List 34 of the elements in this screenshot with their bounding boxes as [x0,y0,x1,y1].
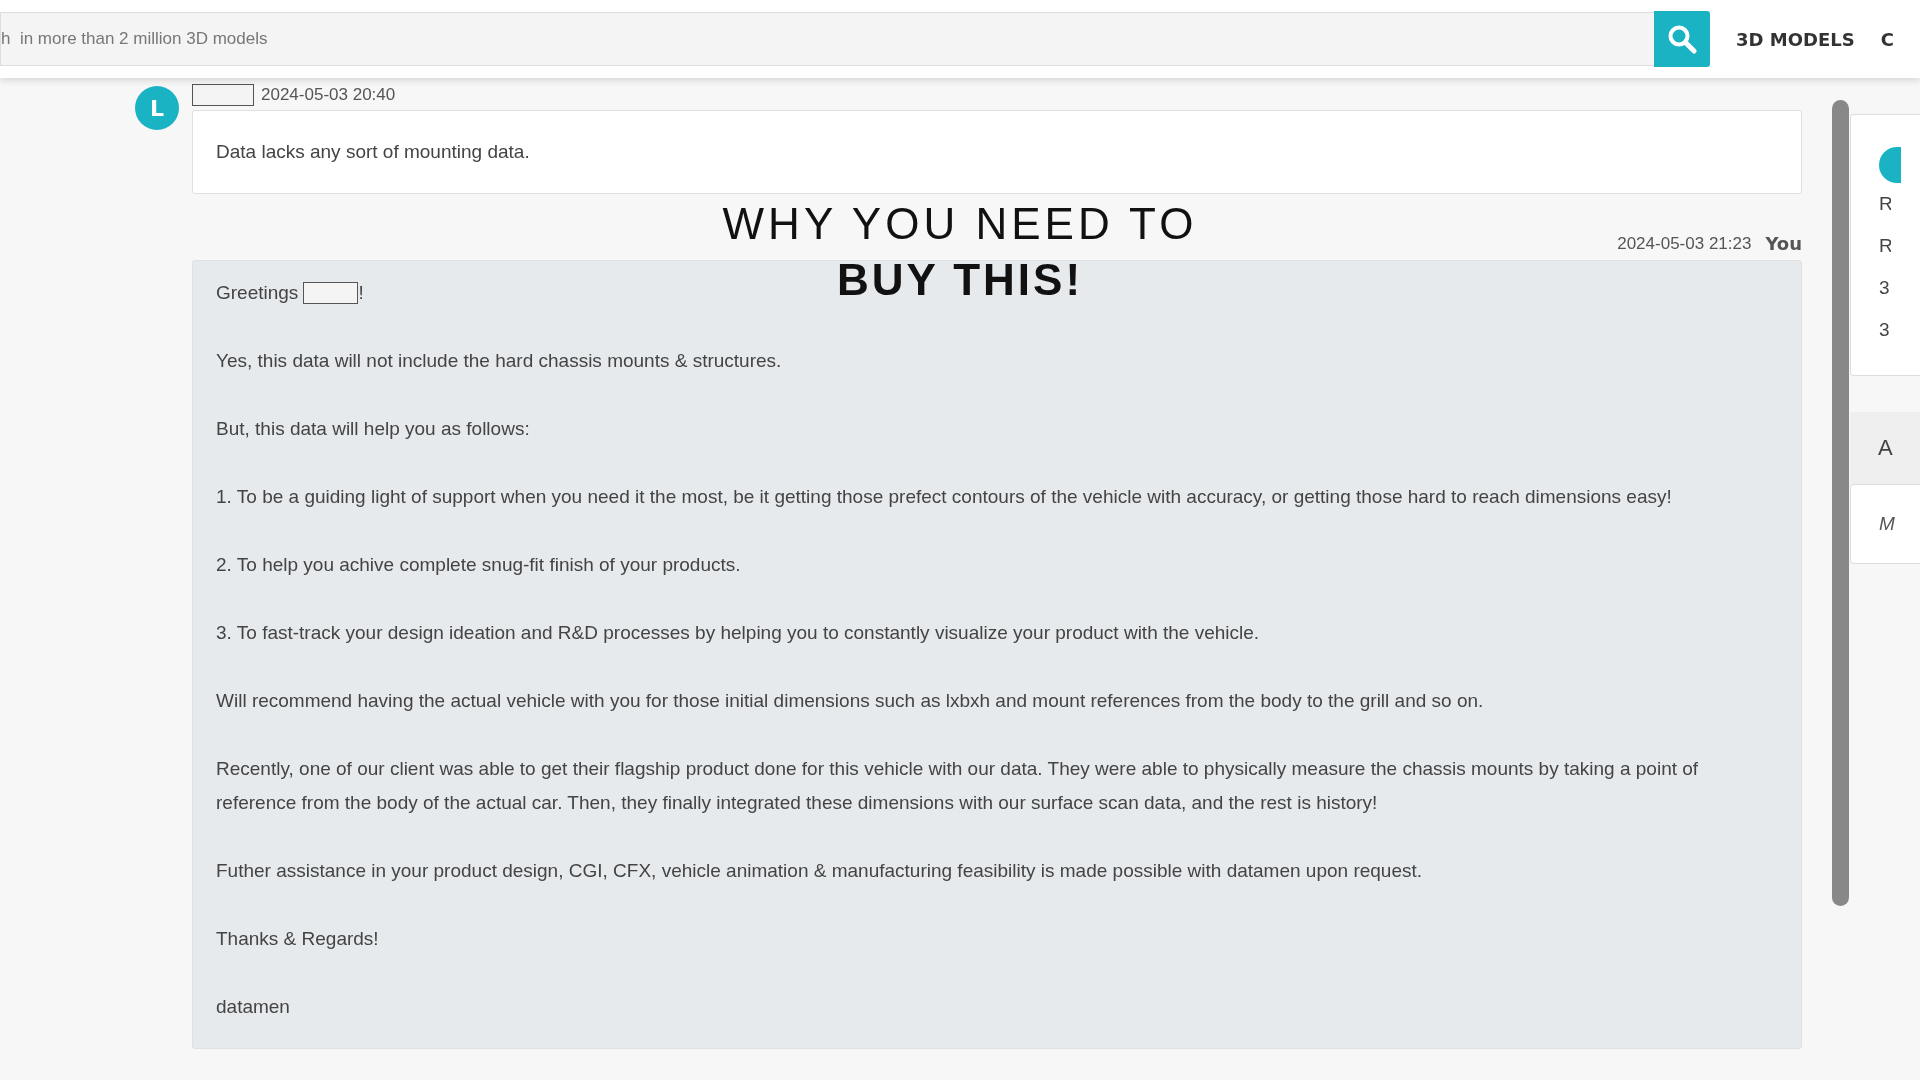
message-text: 3. To fast-track your design ideation and R&D processes by helping you to constantly visualize your product with the vehicle. [216,621,1261,645]
message-text: Futher assistance in your product design, CGI, CFX, vehicle animation & manufacturing feasibility is made possible with datamen upon request. [216,859,1424,883]
message-text: 2. To help you achive complete snug-fit finish of your products. [216,553,742,577]
sidebar-text: 3 [1879,277,1891,300]
sidebar-text: R [1879,235,1891,258]
message-text: datamen [216,995,291,1019]
scrollbar-thumb[interactable] [1832,100,1849,906]
search-field[interactable]: h in more than 2 million 3D models [0,12,1654,66]
author-name: You [1765,233,1802,254]
avatar: L [135,86,179,130]
nav-link[interactable]: C [1880,28,1894,50]
redacted-name [192,84,254,106]
message-text: Data lacks any sort of mounting data. [216,140,531,164]
timestamp: 2024-05-03 20:40 [261,85,396,105]
sidebar-text: R [1879,193,1891,216]
message-text: But, this data will help you as follows: [216,417,531,441]
message-text: Will recommend having the actual vehicle with you for those initial dimensions such as lxbxh and mount references from the body to the grill and so on. [216,689,1485,713]
nav-link[interactable]: 3D MODELS [1736,28,1855,50]
search-icon [1667,24,1697,54]
search-button[interactable] [1654,11,1710,67]
message-text: Recently, one of our client was able to get their flagship product done for this vehicle with our data. They were able to physically measure the chassis mounts by taking a point of reference from the body of the actual car. Then, they finally integrated these dimensions with our surface scan data, and the rest is history! [216,757,1700,815]
caption-text: WHY YOU NEED TO [722,198,1198,250]
panel-title: A [1850,412,1920,484]
panel-text: M [1850,484,1920,564]
caption-text: BUY THIS! [836,254,1084,306]
message-text: Thanks & Regards! [216,927,380,951]
exclamation-text: ! [358,281,364,305]
message-text: 1. To be a guiding light of support when you need it the most, be it getting those prefect contours of the vehicle with accuracy, or getting those hard to reach dimensions easy! [216,485,1673,509]
timestamp: 2024-05-03 21:23 [1617,234,1752,254]
avatar [1879,147,1901,183]
message-text: Greetings [216,281,299,305]
sidebar-text: 3 [1879,319,1891,342]
redacted-name [303,282,359,304]
message-text: Yes, this data will not include the hard chassis mounts & structures. [216,349,783,373]
